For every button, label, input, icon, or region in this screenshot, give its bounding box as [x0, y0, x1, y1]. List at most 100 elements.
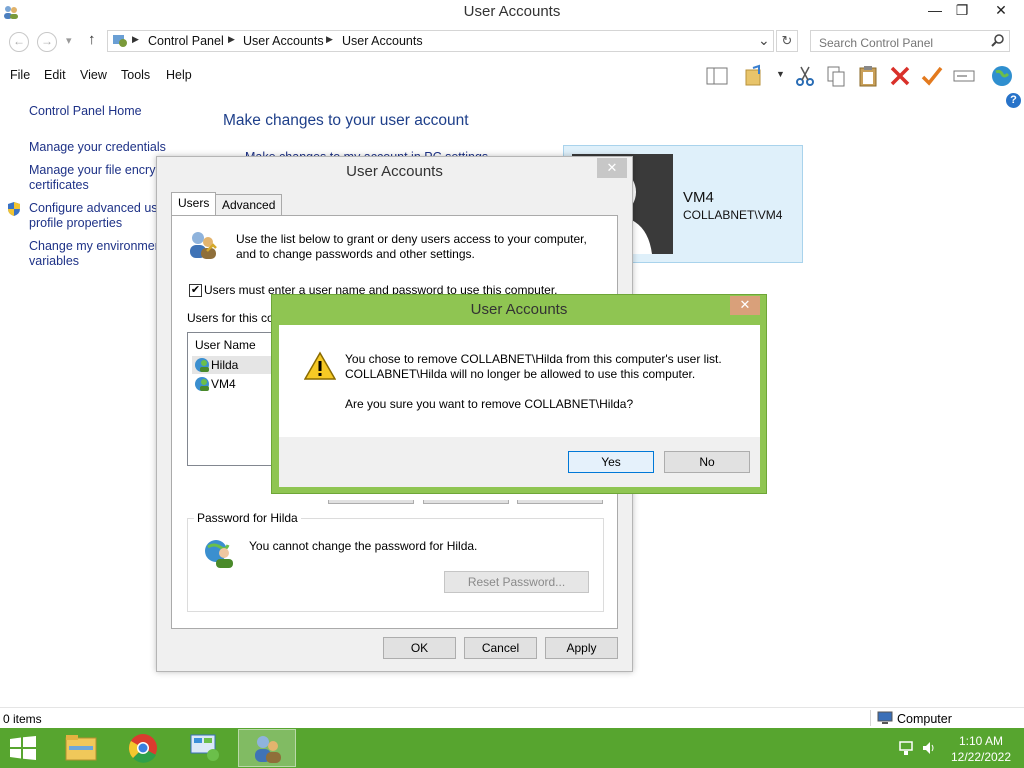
- taskbar-control-panel[interactable]: [176, 729, 234, 767]
- add-button[interactable]: [328, 500, 414, 504]
- address-dropdown-icon[interactable]: ⌄: [758, 32, 770, 49]
- change-environment-link[interactable]: Change my environmen: [29, 239, 162, 254]
- clock-date[interactable]: 12/22/2022: [950, 750, 1012, 764]
- close-button[interactable]: ✕: [986, 0, 1016, 22]
- restore-button[interactable]: ❐: [947, 0, 977, 22]
- remove-button[interactable]: [423, 500, 509, 504]
- menu-help[interactable]: Help: [166, 68, 192, 82]
- help-icon[interactable]: ?: [1006, 93, 1021, 108]
- properties-button[interactable]: [517, 500, 603, 504]
- remove-user-confirm-dialog: User Accounts ✕ You chose to remove COLL…: [271, 294, 767, 494]
- list-item[interactable]: Hilda: [192, 356, 278, 374]
- item-count: 0 items: [3, 712, 42, 726]
- network-icon[interactable]: [898, 740, 914, 756]
- dialog-title: User Accounts: [346, 163, 443, 180]
- users-icon: [190, 232, 217, 259]
- confirm-close-button[interactable]: ✕: [730, 296, 760, 315]
- ok-button[interactable]: OK: [383, 637, 456, 659]
- menu-view[interactable]: View: [80, 68, 107, 82]
- column-header-user-name[interactable]: User Name: [195, 338, 256, 352]
- tab-users[interactable]: Users: [171, 192, 217, 216]
- windows-start-icon[interactable]: [8, 736, 38, 760]
- manage-credentials-link[interactable]: Manage your credentials: [29, 140, 166, 155]
- paste-icon[interactable]: [856, 64, 880, 88]
- forward-button[interactable]: →: [37, 32, 57, 52]
- manage-file-encryption-link[interactable]: Manage your file encryp: [29, 163, 162, 178]
- breadcrumb-separator: ▶: [228, 34, 235, 44]
- page-heading: Make changes to your user account: [223, 112, 469, 129]
- delete-icon[interactable]: [888, 64, 912, 88]
- user-name: VM4: [211, 377, 236, 391]
- folder-options-icon[interactable]: [743, 64, 767, 88]
- status-location: Computer: [897, 712, 952, 726]
- rename-icon[interactable]: [952, 64, 976, 88]
- users-list[interactable]: User Name Hilda VM4: [187, 332, 281, 466]
- taskbar-user-accounts[interactable]: [238, 729, 296, 767]
- account-name: VM4: [683, 189, 714, 206]
- chrome-icon: [129, 734, 157, 763]
- account-domain: COLLABNET\VM4: [683, 208, 783, 222]
- volume-icon[interactable]: [921, 740, 937, 756]
- copy-icon[interactable]: [824, 64, 848, 88]
- status-divider: [870, 710, 871, 726]
- breadcrumb-control-panel[interactable]: Control Panel: [148, 34, 224, 48]
- configure-profile-link-line2[interactable]: profile properties: [29, 216, 122, 231]
- password-groupbox: Password for Hilda You cannot change the…: [187, 511, 604, 612]
- confirm-body: You chose to remove COLLABNET\Hilda from…: [279, 325, 760, 487]
- manage-file-encryption-link-line2[interactable]: certificates: [29, 178, 89, 193]
- configure-profile-link[interactable]: Configure advanced use: [29, 201, 165, 216]
- address-bar[interactable]: ▶ Control Panel ▶ User Accounts ▶ User A…: [107, 30, 774, 52]
- intro-text-line1: Use the list below to grant or deny user…: [236, 232, 587, 246]
- password-message: You cannot change the password for Hilda…: [249, 539, 478, 553]
- confirm-message-line2: COLLABNET\Hilda will no longer be allowe…: [345, 367, 696, 381]
- properties-check-icon[interactable]: [920, 64, 944, 88]
- cut-icon[interactable]: [793, 64, 817, 88]
- clock-time[interactable]: 1:10 AM: [950, 734, 1012, 748]
- window-title: User Accounts: [463, 3, 561, 20]
- control-panel-home-link[interactable]: Control Panel Home: [29, 104, 142, 119]
- refresh-button[interactable]: ↻: [776, 30, 798, 52]
- search-icon[interactable]: [990, 33, 1006, 49]
- breadcrumb-user-accounts-current[interactable]: User Accounts: [342, 34, 423, 48]
- list-item[interactable]: VM4: [192, 375, 278, 393]
- control-panel-icon: [190, 734, 219, 761]
- breadcrumb-user-accounts[interactable]: User Accounts: [243, 34, 324, 48]
- tab-advanced[interactable]: Advanced: [215, 194, 283, 215]
- preview-pane-icon[interactable]: [705, 64, 729, 88]
- require-password-checkbox[interactable]: ✔: [189, 284, 202, 297]
- menu-file[interactable]: File: [10, 68, 30, 82]
- recent-locations-button[interactable]: ▾: [66, 34, 72, 47]
- file-explorer-icon: [65, 735, 97, 761]
- change-environment-link-line2[interactable]: variables: [29, 254, 79, 269]
- confirm-title: User Accounts: [470, 301, 568, 318]
- globe-icon[interactable]: [990, 64, 1014, 88]
- apply-button[interactable]: Apply: [545, 637, 618, 659]
- confirm-message-line1: You chose to remove COLLABNET\Hilda from…: [345, 352, 722, 366]
- domain-user-icon: [195, 358, 209, 372]
- warning-icon: [304, 351, 336, 380]
- users-list-label: Users for this co: [187, 311, 274, 325]
- intro-text-line2: and to change passwords and other settin…: [236, 247, 475, 261]
- user-accounts-icon: [255, 736, 281, 763]
- up-button[interactable]: ↑: [88, 31, 96, 48]
- reset-password-button[interactable]: Reset Password...: [444, 571, 589, 593]
- status-bar: 0 items Computer: [0, 707, 1024, 728]
- options-dropdown-icon[interactable]: ▼: [776, 69, 785, 79]
- computer-icon: [877, 711, 893, 724]
- taskbar-file-explorer[interactable]: [52, 729, 110, 767]
- menu-edit[interactable]: Edit: [44, 68, 66, 82]
- menu-tools[interactable]: Tools: [121, 68, 150, 82]
- yes-button[interactable]: Yes: [568, 451, 654, 473]
- breadcrumb-separator: ▶: [132, 34, 139, 44]
- control-panel-icon: [113, 35, 127, 47]
- breadcrumb-separator: ▶: [326, 34, 333, 44]
- no-button[interactable]: No: [664, 451, 750, 473]
- confirm-question: Are you sure you want to remove COLLABNE…: [345, 397, 634, 411]
- menu-bar: File Edit View Tools Help ▼: [0, 62, 1024, 88]
- cancel-button[interactable]: Cancel: [464, 637, 537, 659]
- search-input[interactable]: [810, 30, 1010, 52]
- dialog-close-button[interactable]: ✕: [597, 158, 627, 178]
- minimize-button[interactable]: —: [920, 0, 950, 22]
- back-button[interactable]: ←: [9, 32, 29, 52]
- taskbar-chrome[interactable]: [114, 729, 172, 767]
